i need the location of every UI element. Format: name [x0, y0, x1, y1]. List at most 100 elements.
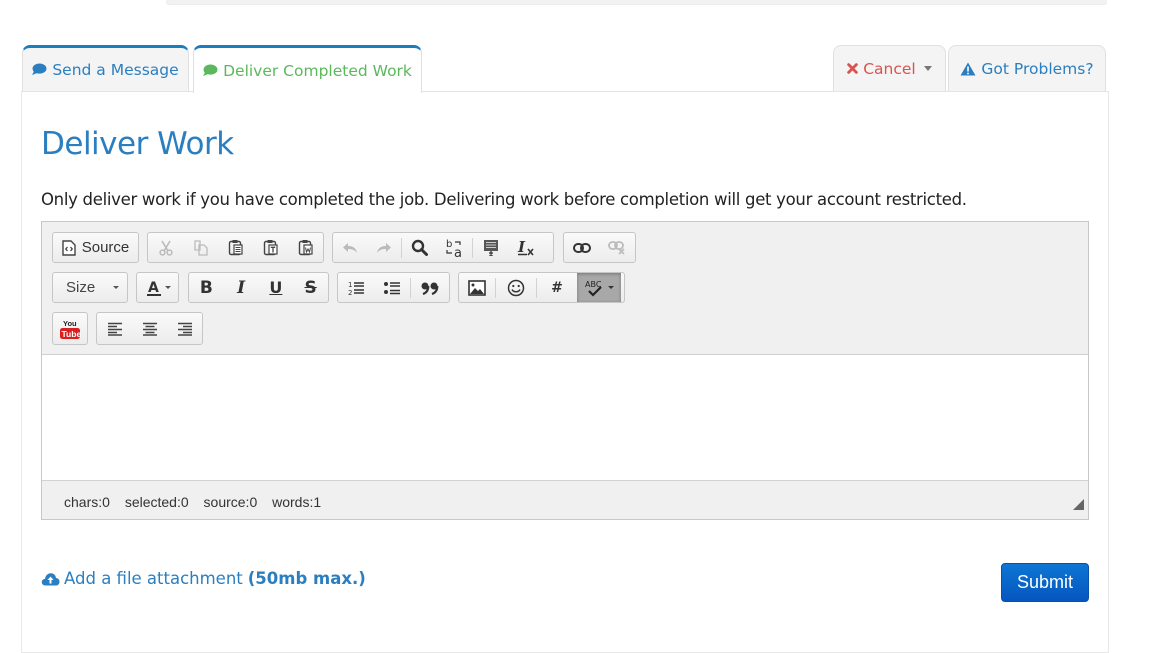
align-group: [96, 312, 203, 345]
tab-deliver-label: Deliver Completed Work: [223, 61, 412, 80]
source-icon: [62, 239, 76, 256]
select-all-icon: [483, 240, 498, 256]
svg-text:b: b: [446, 239, 452, 250]
svg-text:A: A: [148, 280, 159, 296]
blockquote-button[interactable]: [411, 273, 449, 302]
scissors-icon: [158, 240, 173, 256]
clipboard-group: [147, 232, 324, 263]
select-all-button[interactable]: [473, 233, 508, 262]
chevron-down-icon: [923, 66, 932, 71]
cloud-upload-icon: [41, 572, 60, 585]
redo-button[interactable]: [367, 233, 401, 262]
italic-button[interactable]: I: [224, 273, 259, 302]
underline-icon: U: [269, 278, 283, 297]
source-label: Source: [81, 239, 130, 256]
editor-toolbar: Source b a I Size A B I U S 1 2 # ABC Yo…: [42, 222, 1088, 355]
text-color-icon: A: [147, 280, 161, 296]
bold-button[interactable]: B: [189, 273, 224, 302]
remove-format-button[interactable]: I: [508, 233, 543, 262]
bulleted-list-button[interactable]: [374, 273, 410, 302]
align-right-button[interactable]: [167, 313, 202, 344]
svg-text:1: 1: [348, 281, 352, 289]
tab-deliver-completed-work[interactable]: Deliver Completed Work: [193, 45, 422, 93]
paste-text-icon: [263, 240, 278, 256]
text-color-button[interactable]: A: [136, 272, 179, 303]
bulleted-list-icon: [383, 281, 400, 294]
times-icon: [847, 63, 859, 74]
find-button[interactable]: [402, 233, 437, 262]
align-left-icon: [107, 322, 122, 336]
undo-button[interactable]: [333, 233, 367, 262]
tab-got-problems[interactable]: Got Problems?: [948, 45, 1106, 91]
list-group: 12: [337, 272, 450, 303]
paste-as-text-button[interactable]: [253, 233, 288, 262]
submit-button[interactable]: Submit: [1001, 563, 1089, 602]
size-label: Size: [66, 279, 96, 296]
replace-button[interactable]: ba: [437, 233, 472, 262]
top-bar: [166, 0, 1107, 5]
paste-icon: [228, 240, 243, 256]
editor-content-area[interactable]: [42, 355, 1088, 481]
link-button[interactable]: [564, 233, 600, 262]
unlink-icon: [608, 240, 625, 255]
youtube-button[interactable]: You Tube: [52, 312, 88, 345]
image-button[interactable]: [459, 273, 495, 302]
attachment-limit: (50mb max.): [247, 569, 366, 588]
undo-icon: [343, 242, 357, 253]
numbered-list-button[interactable]: 12: [338, 273, 374, 302]
strikethrough-button[interactable]: S: [293, 273, 328, 302]
copy-icon: [193, 239, 208, 256]
youtube-icon: YouTube: [60, 319, 82, 339]
strikethrough-icon: S: [304, 277, 317, 298]
cut-button[interactable]: [148, 233, 183, 262]
special-char-button[interactable]: #: [537, 273, 577, 302]
unlink-button[interactable]: [600, 233, 636, 262]
selected-count: selected:0: [124, 494, 189, 510]
warning-icon: [960, 62, 976, 76]
paste-button[interactable]: [218, 233, 253, 262]
smiley-icon: [507, 279, 525, 296]
align-left-button[interactable]: [97, 313, 132, 344]
chevron-down-icon: [165, 286, 171, 289]
paste-from-word-button[interactable]: [288, 233, 323, 262]
edit-group: ba I: [332, 232, 554, 263]
svg-text:Tube: Tube: [62, 329, 82, 339]
source-button[interactable]: Source: [53, 233, 138, 262]
link-group: [563, 232, 636, 263]
editor-status-bar: chars:0 selected:0 source:0 words:1: [64, 494, 330, 510]
comment-icon: [203, 64, 218, 77]
words-count: words:1: [272, 494, 322, 510]
warning-text: Only deliver work if you have completed …: [41, 190, 967, 209]
cancel-dropdown[interactable]: Cancel: [833, 45, 946, 91]
link-icon: [572, 242, 591, 253]
got-problems-label: Got Problems?: [981, 59, 1094, 78]
chevron-down-icon: [113, 286, 120, 289]
smiley-button[interactable]: [496, 273, 536, 302]
redo-icon: [377, 242, 391, 253]
attachment-label: Add a file attachment: [64, 569, 243, 588]
spell-check-button[interactable]: ABC: [577, 273, 621, 302]
italic-icon: I: [237, 277, 246, 298]
size-dropdown[interactable]: Size: [52, 272, 128, 303]
align-center-button[interactable]: [132, 313, 167, 344]
bold-icon: B: [199, 277, 213, 298]
resize-handle[interactable]: [1073, 499, 1084, 510]
tab-send-message[interactable]: Send a Message: [22, 45, 189, 91]
page-title: Deliver Work: [41, 126, 234, 162]
insert-group: # ABC: [458, 272, 625, 303]
source-group: Source: [52, 232, 139, 263]
numbered-list-icon: 12: [348, 281, 364, 296]
hash-icon: #: [551, 279, 563, 296]
svg-text:I: I: [517, 239, 526, 256]
blockquote-icon: [421, 282, 439, 295]
copy-button[interactable]: [183, 233, 218, 262]
chevron-down-icon: [607, 286, 614, 289]
align-right-icon: [177, 322, 192, 336]
remove-format-icon: I: [517, 239, 534, 256]
paste-word-icon: [298, 240, 313, 256]
svg-text:You: You: [63, 319, 77, 328]
underline-button[interactable]: U: [259, 273, 294, 302]
source-count: source:0: [203, 494, 258, 510]
tab-send-message-label: Send a Message: [52, 60, 179, 79]
add-attachment-link[interactable]: Add a file attachment (50mb max.): [41, 569, 366, 588]
